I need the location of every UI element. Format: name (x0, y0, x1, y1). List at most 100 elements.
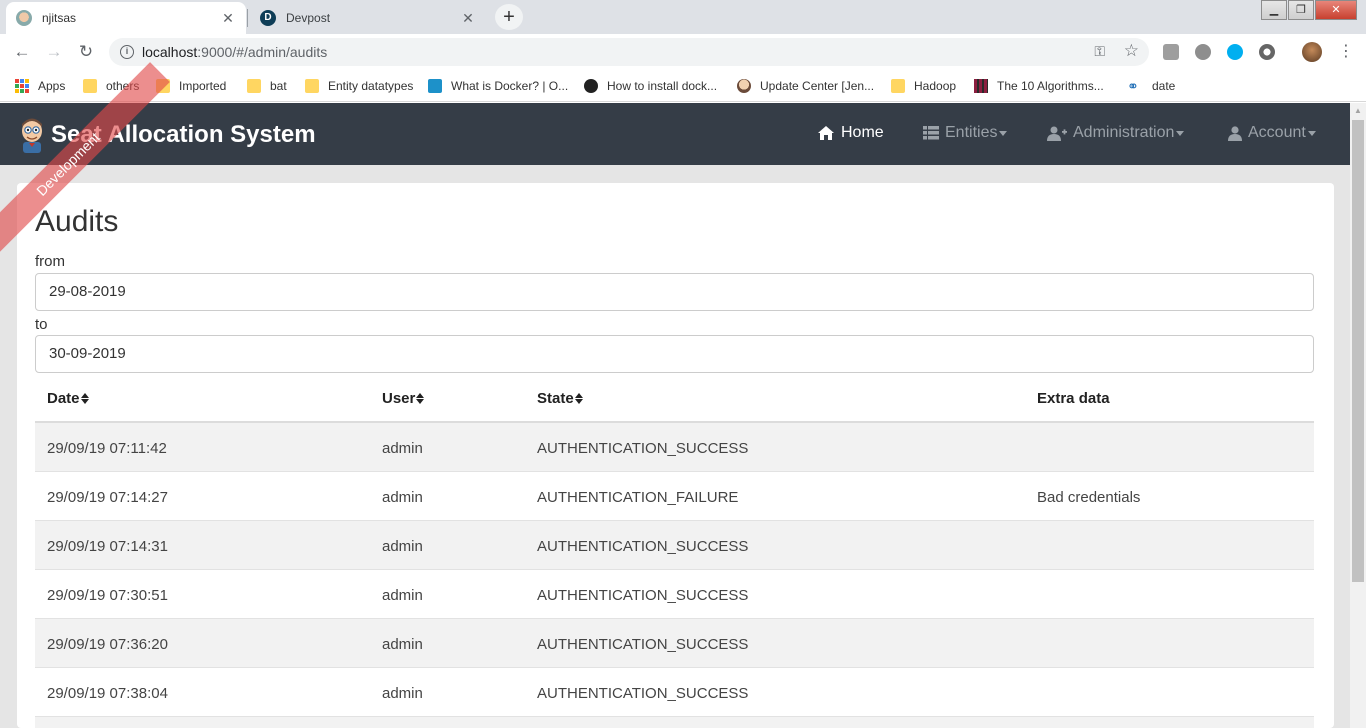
nav-entities[interactable]: Entities (923, 124, 1008, 142)
from-date-input[interactable]: 29-08-2019 (35, 273, 1314, 311)
bookmark-label: date (1152, 79, 1176, 93)
column-label: Extra data (1037, 390, 1110, 407)
list-icon (923, 126, 939, 140)
cell-state: AUTHENTICATION_FAILURE (537, 489, 739, 506)
nav-label: Home (841, 124, 884, 141)
column-header-state[interactable]: State (537, 390, 583, 407)
to-date-input[interactable]: 30-09-2019 (35, 335, 1314, 373)
url-text[interactable]: localhost:9000/#/admin/audits (142, 44, 327, 60)
sort-icon (574, 393, 583, 404)
address-bar[interactable]: i localhost:9000/#/admin/audits ⚿ ☆ (109, 38, 1149, 66)
nav-label: Administration (1073, 124, 1175, 141)
devpost-favicon-icon: D (260, 10, 276, 26)
scrollbar-thumb[interactable] (1352, 120, 1364, 582)
avatar-favicon-icon (16, 10, 32, 26)
nav-administration[interactable]: Administration (1047, 124, 1185, 142)
cell-user: admin (382, 685, 423, 702)
cell-date: 29/09/19 07:14:31 (47, 538, 168, 555)
close-window-button[interactable]: ✕ (1315, 0, 1357, 20)
folder-icon (247, 79, 261, 93)
new-tab-button[interactable]: + (495, 4, 523, 30)
close-tab-icon[interactable]: ✕ (220, 10, 236, 27)
bookmark-label: What is Docker? | O... (451, 79, 569, 93)
column-header-user[interactable]: User (382, 390, 425, 407)
tab-njitsas[interactable]: njitsas ✕ (6, 2, 246, 34)
cell-state: AUTHENTICATION_SUCCESS (537, 587, 749, 604)
bookmark-others[interactable]: others (83, 77, 139, 95)
audits-table: Date User State Extra data 29/09/19 07:1… (35, 374, 1314, 728)
bookmark-apps[interactable]: Apps (15, 77, 65, 95)
table-row: 29/09/19 07:14:31 admin AUTHENTICATION_S… (35, 521, 1314, 570)
bookmark-date[interactable]: ⚭ date (1127, 77, 1175, 95)
bookmark-install-docker[interactable]: How to install dock... (584, 77, 717, 95)
column-label: Date (47, 390, 80, 407)
column-header-date[interactable]: Date (47, 390, 89, 407)
bookmark-bat[interactable]: bat (247, 77, 287, 95)
link-icon: ⚭ (1127, 78, 1139, 94)
cell-date: 29/09/19 07:11:42 (47, 440, 167, 457)
url-host: localhost (142, 44, 198, 60)
forward-icon[interactable]: → (42, 40, 66, 64)
logo-icon[interactable] (17, 117, 47, 153)
bookmark-hadoop[interactable]: Hadoop (891, 77, 956, 95)
maximize-button[interactable]: ❐ (1288, 0, 1314, 20)
bookmarks-bar: Apps others Imported bat Entity datatype… (0, 70, 1366, 102)
page-scrollbar[interactable]: ▲ (1350, 103, 1366, 728)
browser-toolbar: ← → ↻ i localhost:9000/#/admin/audits ⚿ … (0, 34, 1366, 70)
cell-date: 29/09/19 07:36:20 (47, 636, 168, 653)
nav-home[interactable]: Home (817, 124, 884, 142)
extension-copy-icon[interactable] (1163, 44, 1179, 60)
apps-grid-icon (15, 79, 29, 93)
cell-date: 29/09/19 07:14:27 (47, 489, 168, 506)
table-row: 29/09/19 07:11:42 admin AUTHENTICATION_S… (35, 423, 1314, 472)
reload-icon[interactable]: ↻ (74, 40, 98, 64)
minimize-button[interactable]: ▁ (1261, 0, 1287, 20)
cell-user: admin (382, 587, 423, 604)
key-icon[interactable]: ⚿ (1094, 43, 1105, 60)
back-icon[interactable]: ← (10, 40, 34, 64)
close-tab-icon[interactable]: ✕ (460, 10, 476, 27)
tab-devpost[interactable]: D Devpost ✕ (250, 2, 486, 34)
bookmark-label: Apps (38, 79, 66, 93)
site-icon (584, 79, 598, 93)
extension-skype-icon[interactable] (1227, 44, 1243, 60)
folder-icon (891, 79, 905, 93)
bookmark-jenkins[interactable]: Update Center [Jen... (737, 77, 874, 95)
site-info-icon[interactable]: i (120, 45, 134, 59)
bookmark-algorithms[interactable]: The 10 Algorithms... (974, 77, 1104, 95)
bookmark-label: How to install dock... (607, 79, 718, 93)
extension-circle-icon[interactable] (1259, 44, 1275, 60)
chevron-down-icon (1307, 130, 1316, 136)
bookmark-label: others (106, 79, 140, 93)
jenkins-icon (737, 79, 751, 93)
nav-account[interactable]: Account (1228, 124, 1316, 142)
cell-date: 29/09/19 07:38:04 (47, 685, 168, 702)
home-icon (818, 126, 834, 140)
extension-skype-gray-icon[interactable] (1195, 44, 1211, 60)
from-label: from (35, 253, 65, 270)
bookmark-star-icon[interactable]: ☆ (1124, 41, 1139, 61)
cell-state: AUTHENTICATION_SUCCESS (537, 538, 749, 555)
app-title[interactable]: Seat Allocation System (51, 121, 316, 149)
sort-icon (416, 393, 425, 404)
cell-user: admin (382, 538, 423, 555)
nav-label: Account (1248, 124, 1306, 141)
tab-title: Devpost (286, 11, 331, 25)
cell-extra: Bad credentials (1037, 489, 1141, 506)
sort-icon (80, 393, 89, 404)
browser-menu-icon[interactable]: ⋮ (1338, 42, 1354, 62)
cell-user: admin (382, 489, 423, 506)
scroll-up-icon[interactable]: ▲ (1350, 103, 1366, 119)
table-row: 29/09/19 07:14:27 admin AUTHENTICATION_F… (35, 472, 1314, 521)
cell-user: admin (382, 636, 423, 653)
page-title: Audits (35, 205, 119, 238)
profile-avatar[interactable] (1302, 42, 1322, 62)
bookmark-docker[interactable]: What is Docker? | O... (428, 77, 568, 95)
browser-tab-bar: njitsas ✕ D Devpost ✕ + ▁ ❐ ✕ (0, 0, 1366, 34)
bookmark-label: Imported (179, 79, 227, 93)
bookmark-imported[interactable]: Imported (156, 77, 226, 95)
user-plus-icon (1047, 126, 1067, 141)
table-row: 29/09/19 07:36:20 admin AUTHENTICATION_S… (35, 619, 1314, 668)
user-icon (1228, 125, 1242, 141)
bookmark-entity-datatypes[interactable]: Entity datatypes (305, 77, 413, 95)
